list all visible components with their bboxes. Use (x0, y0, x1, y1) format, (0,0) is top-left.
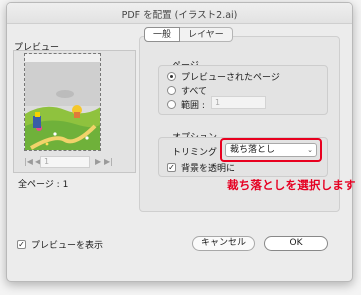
trim-label: トリミング (172, 148, 218, 158)
tab-general[interactable]: 一般 (144, 27, 181, 42)
radio-previewed-page[interactable]: プレビューされたページ (167, 70, 280, 83)
radio-label: プレビューされたページ (181, 73, 280, 83)
first-page-icon[interactable]: |◀ (24, 157, 33, 166)
radio-button[interactable] (167, 86, 176, 95)
tab-bar: 一般 レイヤー (144, 27, 233, 42)
radio-range[interactable]: 範囲 : (167, 98, 205, 111)
radio-label: すべて (181, 87, 208, 97)
show-preview-label: プレビューを表示 (31, 241, 104, 251)
last-page-icon[interactable]: ▶| (104, 157, 113, 166)
tab-layers[interactable]: レイヤー (180, 27, 233, 42)
preview-thumbnail (24, 53, 101, 151)
next-page-icon[interactable]: ▶ (95, 157, 101, 166)
page-number-field[interactable]: 1 (40, 156, 90, 168)
range-input[interactable]: 1 (211, 96, 266, 109)
preview-illustration (25, 54, 100, 150)
radio-button[interactable] (167, 100, 176, 109)
title-bar[interactable]: PDF を配置 (イラスト2.ai) (7, 3, 352, 24)
total-pages-label: 全ページ : 1 (18, 180, 69, 190)
window-title: PDF を配置 (イラスト2.ai) (121, 10, 238, 21)
annotation-text: 裁ち落としを選択します (227, 178, 356, 192)
show-preview-checkbox-row[interactable]: ✓ プレビューを表示 (17, 238, 103, 251)
transparent-bg-label: 背景を透明に (181, 164, 236, 174)
radio-label: 範囲 : (181, 101, 205, 111)
transparent-bg-checkbox[interactable]: ✓ (167, 163, 176, 172)
transparent-bg-checkbox-row[interactable]: ✓ 背景を透明に (167, 161, 235, 174)
cancel-button[interactable]: キャンセル (192, 236, 255, 251)
radio-button[interactable] (167, 72, 176, 81)
show-preview-checkbox[interactable]: ✓ (17, 240, 26, 249)
radio-all-pages[interactable]: すべて (167, 84, 207, 97)
annotation-highlight-box (220, 138, 322, 162)
ok-button[interactable]: OK (264, 236, 328, 251)
